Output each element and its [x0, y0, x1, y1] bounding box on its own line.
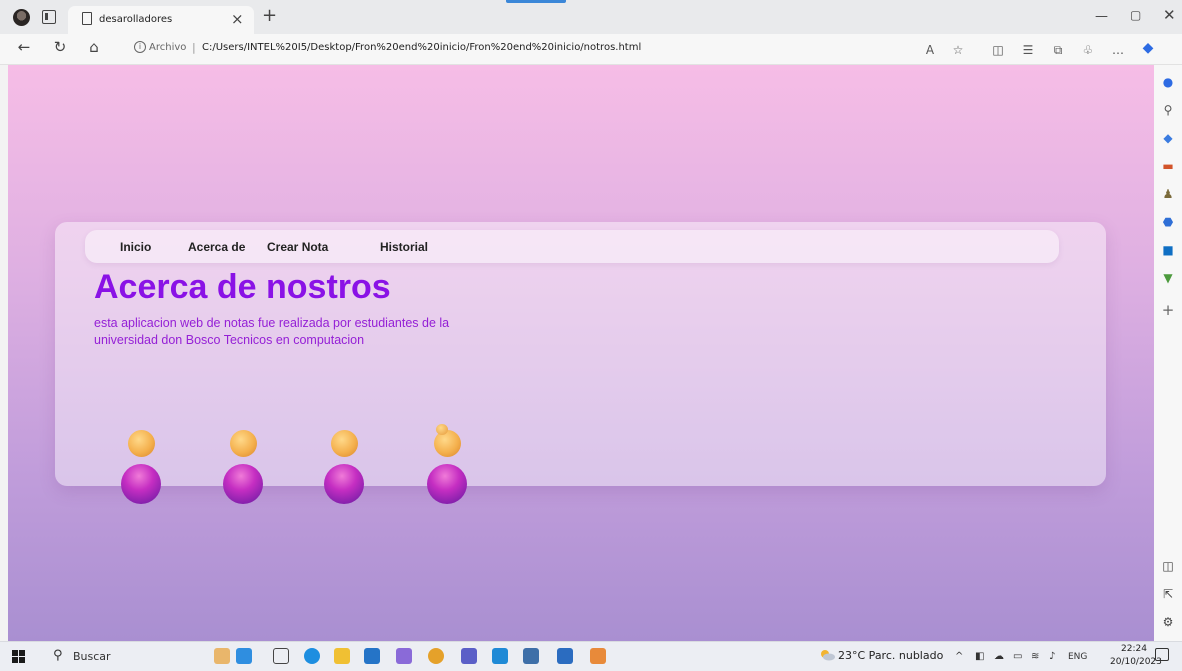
page-title: Acerca de nostros [94, 268, 391, 306]
teams-icon[interactable] [461, 648, 477, 664]
notification-icon[interactable]: ● [1154, 75, 1182, 89]
wifi-icon[interactable]: ≋ [1031, 651, 1039, 662]
vscode-icon[interactable] [492, 648, 508, 664]
developer-avatar-2 [223, 430, 263, 514]
split-screen-icon[interactable]: ◫ [1154, 559, 1182, 573]
avatar-head [331, 430, 358, 457]
weather-partly-cloudy-icon [819, 649, 835, 661]
avatar-body [427, 464, 467, 504]
content-card: Inicio Acerca de Crear Nota Historial Ac… [55, 222, 1106, 504]
avatar-head [128, 430, 155, 457]
collections-icon[interactable]: ⧉ [1050, 43, 1066, 58]
address-separator: | [192, 41, 196, 54]
virtualbox-icon[interactable] [523, 648, 539, 664]
refresh-icon[interactable]: ↻ [50, 38, 70, 56]
tab-title: desarolladores [99, 14, 173, 25]
mail-app-icon[interactable] [364, 648, 380, 664]
favorite-star-icon[interactable]: ☆ [950, 43, 966, 57]
windows-start-icon[interactable] [12, 650, 26, 664]
developer-avatar-4 [427, 424, 467, 514]
page-description: esta aplicacion web de notas fue realiza… [94, 316, 450, 347]
tab-strip: desarolladores × + — ▢ ✕ [0, 0, 1182, 34]
page-viewport: Inicio Acerca de Crear Nota Historial Ac… [8, 65, 1154, 641]
settings-icon[interactable]: ⚙ [1154, 615, 1182, 629]
chess-icon[interactable]: ♟ [1154, 187, 1182, 201]
search-icon[interactable]: ⚲ [53, 648, 63, 663]
avatar-body [121, 464, 161, 504]
nav-item-acerca-de[interactable]: Acerca de [188, 240, 245, 254]
weather-text[interactable]: 23°C Parc. nublado [838, 649, 943, 662]
maximize-button[interactable]: ▢ [1130, 8, 1141, 22]
outlook-icon[interactable]: ■ [1154, 243, 1182, 257]
chrome-icon[interactable] [428, 648, 444, 664]
tab-close-button[interactable]: × [231, 10, 244, 28]
cloud-icon[interactable]: ☁ [994, 651, 1004, 662]
browser-tab[interactable]: desarolladores × [68, 6, 254, 34]
tray-app-icon[interactable]: ◧ [975, 651, 984, 662]
page-icon [82, 12, 92, 25]
split-screen-icon[interactable]: ◫ [990, 43, 1006, 57]
avatar-body [223, 464, 263, 504]
file-explorer-icon[interactable] [334, 648, 350, 664]
clock-time[interactable]: 22:24 [1121, 644, 1147, 654]
close-window-button[interactable]: ✕ [1163, 6, 1176, 24]
chevron-up-icon[interactable]: ^ [955, 651, 963, 662]
back-icon[interactable]: ← [14, 38, 34, 56]
nav-item-crear-nota[interactable]: Crear Nota [267, 240, 328, 254]
person-app-icon[interactable] [236, 648, 252, 664]
avatar-head [230, 430, 257, 457]
notes-app-icon[interactable] [214, 648, 230, 664]
minimize-button[interactable]: — [1095, 9, 1108, 24]
main-menu: Inicio Acerca de Crear Nota Historial [85, 230, 1059, 263]
address-bar[interactable]: i Archivo | C:/Users/INTEL%20I5/Desktop/… [116, 37, 976, 61]
edge-sidebar: ● ⚲ ◆ ▬ ♟ ⬣ ■ ▼ + ◫ ⇱ ⚙ [1154, 65, 1182, 641]
battery-icon[interactable]: ▭ [1013, 651, 1022, 662]
developer-avatar-1 [121, 430, 161, 514]
word-icon[interactable] [557, 648, 573, 664]
home-icon[interactable]: ⌂ [84, 38, 104, 56]
avatar-hair-bun [436, 424, 448, 435]
copilot-icon[interactable]: ◆ [1140, 40, 1156, 56]
designer-icon[interactable]: ▼ [1154, 271, 1182, 285]
visual-studio-icon[interactable] [396, 648, 412, 664]
profile-avatar-icon[interactable] [13, 9, 30, 26]
workspaces-icon[interactable] [42, 10, 56, 24]
tab-accent-bar [506, 0, 566, 3]
avatar-body [324, 464, 364, 504]
external-link-icon[interactable]: ⇱ [1154, 587, 1182, 601]
task-view-icon[interactable] [273, 648, 289, 664]
nav-item-historial[interactable]: Historial [380, 240, 428, 254]
read-aloud-icon[interactable]: A [922, 43, 938, 57]
add-icon[interactable]: + [1154, 301, 1182, 319]
volume-icon[interactable]: ♪ [1049, 651, 1055, 662]
more-menu-icon[interactable]: … [1110, 43, 1126, 57]
extensions-icon[interactable]: ♧ [1080, 43, 1096, 57]
tag-icon[interactable]: ◆ [1154, 131, 1182, 145]
nav-item-inicio[interactable]: Inicio [120, 240, 151, 254]
info-icon[interactable]: i [134, 41, 146, 53]
new-tab-button[interactable]: + [262, 5, 277, 26]
edge-app-icon[interactable] [304, 648, 320, 664]
paint-icon[interactable] [590, 648, 606, 664]
language-indicator[interactable]: ENG [1068, 652, 1087, 662]
address-url[interactable]: C:/Users/INTEL%20I5/Desktop/Fron%20end%2… [202, 42, 641, 53]
address-prefix: Archivo [149, 42, 187, 53]
windows-taskbar: ⚲ Buscar 23°C Parc. nublado ^ ◧ ☁ ▭ ≋ ♪ … [0, 641, 1182, 671]
notification-center-icon[interactable] [1155, 648, 1169, 661]
navigation-bar: ← ↻ ⌂ i Archivo | C:/Users/INTEL%20I5/De… [0, 34, 1182, 65]
office-icon[interactable]: ⬣ [1154, 215, 1182, 229]
favorites-icon[interactable]: ☰ [1020, 43, 1036, 57]
toolbox-icon[interactable]: ▬ [1154, 159, 1182, 173]
developer-avatar-3 [324, 430, 364, 514]
search-icon[interactable]: ⚲ [1154, 103, 1182, 117]
avatar-head [434, 424, 461, 457]
taskbar-search-label[interactable]: Buscar [73, 650, 111, 663]
